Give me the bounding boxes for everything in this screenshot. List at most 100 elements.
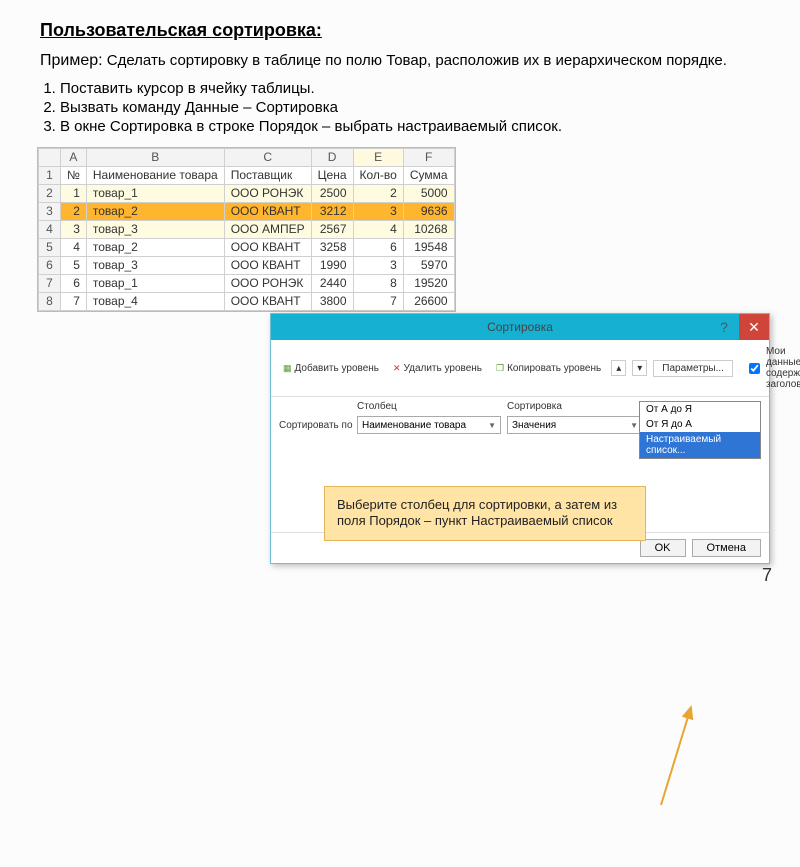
cell[interactable]: ООО РОНЭК bbox=[224, 274, 311, 292]
cell[interactable]: Цена bbox=[311, 166, 353, 184]
chevron-down-icon: ▼ bbox=[488, 421, 496, 430]
help-icon[interactable]: ? bbox=[709, 314, 739, 340]
params-button[interactable]: Параметры... bbox=[653, 360, 733, 377]
cell[interactable]: 2 bbox=[353, 184, 403, 202]
cell[interactable]: 6 bbox=[353, 238, 403, 256]
cell[interactable]: 3 bbox=[353, 202, 403, 220]
cell[interactable]: 2440 bbox=[311, 274, 353, 292]
cell[interactable]: № bbox=[61, 166, 87, 184]
row-head[interactable]: 7 bbox=[39, 274, 61, 292]
corner-cell bbox=[39, 148, 61, 166]
dropdown-option-selected[interactable]: Настраиваемый список... bbox=[640, 432, 760, 458]
cell[interactable]: 1990 bbox=[311, 256, 353, 274]
cell[interactable]: ООО КВАНТ bbox=[224, 238, 311, 256]
cell[interactable]: 7 bbox=[353, 292, 403, 310]
cell[interactable]: 5 bbox=[61, 256, 87, 274]
cancel-button[interactable]: Отмена bbox=[692, 539, 761, 557]
page-number: 7 bbox=[762, 565, 772, 586]
cell[interactable]: 3800 bbox=[311, 292, 353, 310]
cell[interactable]: 8 bbox=[353, 274, 403, 292]
cell[interactable]: ООО КВАНТ bbox=[224, 202, 311, 220]
cell[interactable]: 2 bbox=[61, 202, 87, 220]
cell[interactable]: 19548 bbox=[403, 238, 454, 256]
cell[interactable]: 6 bbox=[61, 274, 87, 292]
cell[interactable]: товар_2 bbox=[86, 238, 224, 256]
row-head[interactable]: 4 bbox=[39, 220, 61, 238]
example-text: Сделать сортировку в таблице по полю Тов… bbox=[107, 52, 727, 69]
cell[interactable]: 4 bbox=[353, 220, 403, 238]
cell[interactable]: 3212 bbox=[311, 202, 353, 220]
cell[interactable]: товар_1 bbox=[86, 274, 224, 292]
cell[interactable]: 1 bbox=[61, 184, 87, 202]
guide-arrows bbox=[541, 627, 800, 867]
col-E[interactable]: E bbox=[353, 148, 403, 166]
move-up-button[interactable]: ▴ bbox=[611, 360, 626, 376]
cell[interactable]: 5970 bbox=[403, 256, 454, 274]
cell[interactable]: 19520 bbox=[403, 274, 454, 292]
cell[interactable]: товар_3 bbox=[86, 220, 224, 238]
cell[interactable]: товар_3 bbox=[86, 256, 224, 274]
col-label-sort: Сортировка bbox=[507, 401, 649, 412]
row-head[interactable]: 5 bbox=[39, 238, 61, 256]
table-row: 43товар_3ООО АМПЕР2567410268 bbox=[39, 220, 455, 238]
table-row: 54товар_2ООО КВАНТ3258619548 bbox=[39, 238, 455, 256]
step-2: Вызвать команду Данные – Сортировка bbox=[60, 99, 760, 116]
cell[interactable]: товар_2 bbox=[86, 202, 224, 220]
chevron-down-icon: ▼ bbox=[630, 421, 638, 430]
add-level-button[interactable]: ▦ Добавить уровень bbox=[279, 361, 383, 376]
col-F[interactable]: F bbox=[403, 148, 454, 166]
sorton-combo[interactable]: Значения▼ bbox=[507, 416, 643, 434]
step-1: Поставить курсор в ячейку таблицы. bbox=[60, 80, 760, 97]
cell[interactable]: ООО РОНЭК bbox=[224, 184, 311, 202]
step-3: В окне Сортировка в строке Порядок – выб… bbox=[60, 118, 760, 135]
row-head[interactable]: 3 bbox=[39, 202, 61, 220]
cell[interactable]: 7 bbox=[61, 292, 87, 310]
row-head[interactable]: 2 bbox=[39, 184, 61, 202]
cell[interactable]: ООО АМПЕР bbox=[224, 220, 311, 238]
cell[interactable]: ООО КВАНТ bbox=[224, 292, 311, 310]
cell[interactable]: 2500 bbox=[311, 184, 353, 202]
row-1[interactable]: 1 bbox=[39, 166, 61, 184]
col-B[interactable]: B bbox=[86, 148, 224, 166]
cell[interactable]: 3258 bbox=[311, 238, 353, 256]
cell[interactable]: 2567 bbox=[311, 220, 353, 238]
col-A[interactable]: A bbox=[61, 148, 87, 166]
cell[interactable]: 3 bbox=[353, 256, 403, 274]
cell[interactable]: Кол-во bbox=[353, 166, 403, 184]
example-label: Пример: bbox=[40, 52, 103, 69]
example-intro: Пример: Сделать сортировку в таблице по … bbox=[40, 51, 760, 72]
row-head[interactable]: 8 bbox=[39, 292, 61, 310]
col-label-column: Столбец bbox=[357, 401, 507, 412]
cell[interactable]: 5000 bbox=[403, 184, 454, 202]
cell[interactable]: товар_1 bbox=[86, 184, 224, 202]
table-row: 87товар_4ООО КВАНТ3800726600 bbox=[39, 292, 455, 310]
headers-checkbox[interactable]: Мои данные содержат заголовки bbox=[745, 346, 800, 390]
copy-level-button[interactable]: ❐ Копировать уровень bbox=[492, 361, 605, 376]
cell[interactable]: ООО КВАНТ bbox=[224, 256, 311, 274]
row-head[interactable]: 6 bbox=[39, 256, 61, 274]
cell[interactable]: товар_4 bbox=[86, 292, 224, 310]
dropdown-option[interactable]: От Я до А bbox=[640, 417, 760, 432]
copy-icon: ❐ bbox=[496, 363, 504, 374]
spreadsheet: A B C D E F 1 № Наименование товара Пост… bbox=[37, 147, 456, 312]
cell[interactable]: 4 bbox=[61, 238, 87, 256]
cell[interactable]: Наименование товара bbox=[86, 166, 224, 184]
cell[interactable]: 10268 bbox=[403, 220, 454, 238]
cell[interactable]: Поставщик bbox=[224, 166, 311, 184]
move-down-button[interactable]: ▾ bbox=[632, 360, 647, 376]
cell[interactable]: 3 bbox=[61, 220, 87, 238]
cell[interactable]: Сумма bbox=[403, 166, 454, 184]
headers-checkbox-input[interactable] bbox=[749, 363, 760, 374]
dropdown-option[interactable]: От А до Я bbox=[640, 402, 760, 417]
cell[interactable]: 26600 bbox=[403, 292, 454, 310]
delete-level-button[interactable]: ✕ Удалить уровень bbox=[389, 361, 486, 376]
column-combo[interactable]: Наименование товара▼ bbox=[357, 416, 501, 434]
col-C[interactable]: C bbox=[224, 148, 311, 166]
x-icon: ✕ bbox=[393, 363, 401, 374]
order-dropdown[interactable]: От А до Я От Я до А Настраиваемый список… bbox=[639, 401, 761, 459]
cell[interactable]: 9636 bbox=[403, 202, 454, 220]
callout-box: Выберите столбец для сортировки, а затем… bbox=[324, 486, 646, 541]
ok-button[interactable]: OK bbox=[640, 539, 686, 557]
close-icon[interactable]: ✕ bbox=[739, 314, 769, 340]
col-D[interactable]: D bbox=[311, 148, 353, 166]
